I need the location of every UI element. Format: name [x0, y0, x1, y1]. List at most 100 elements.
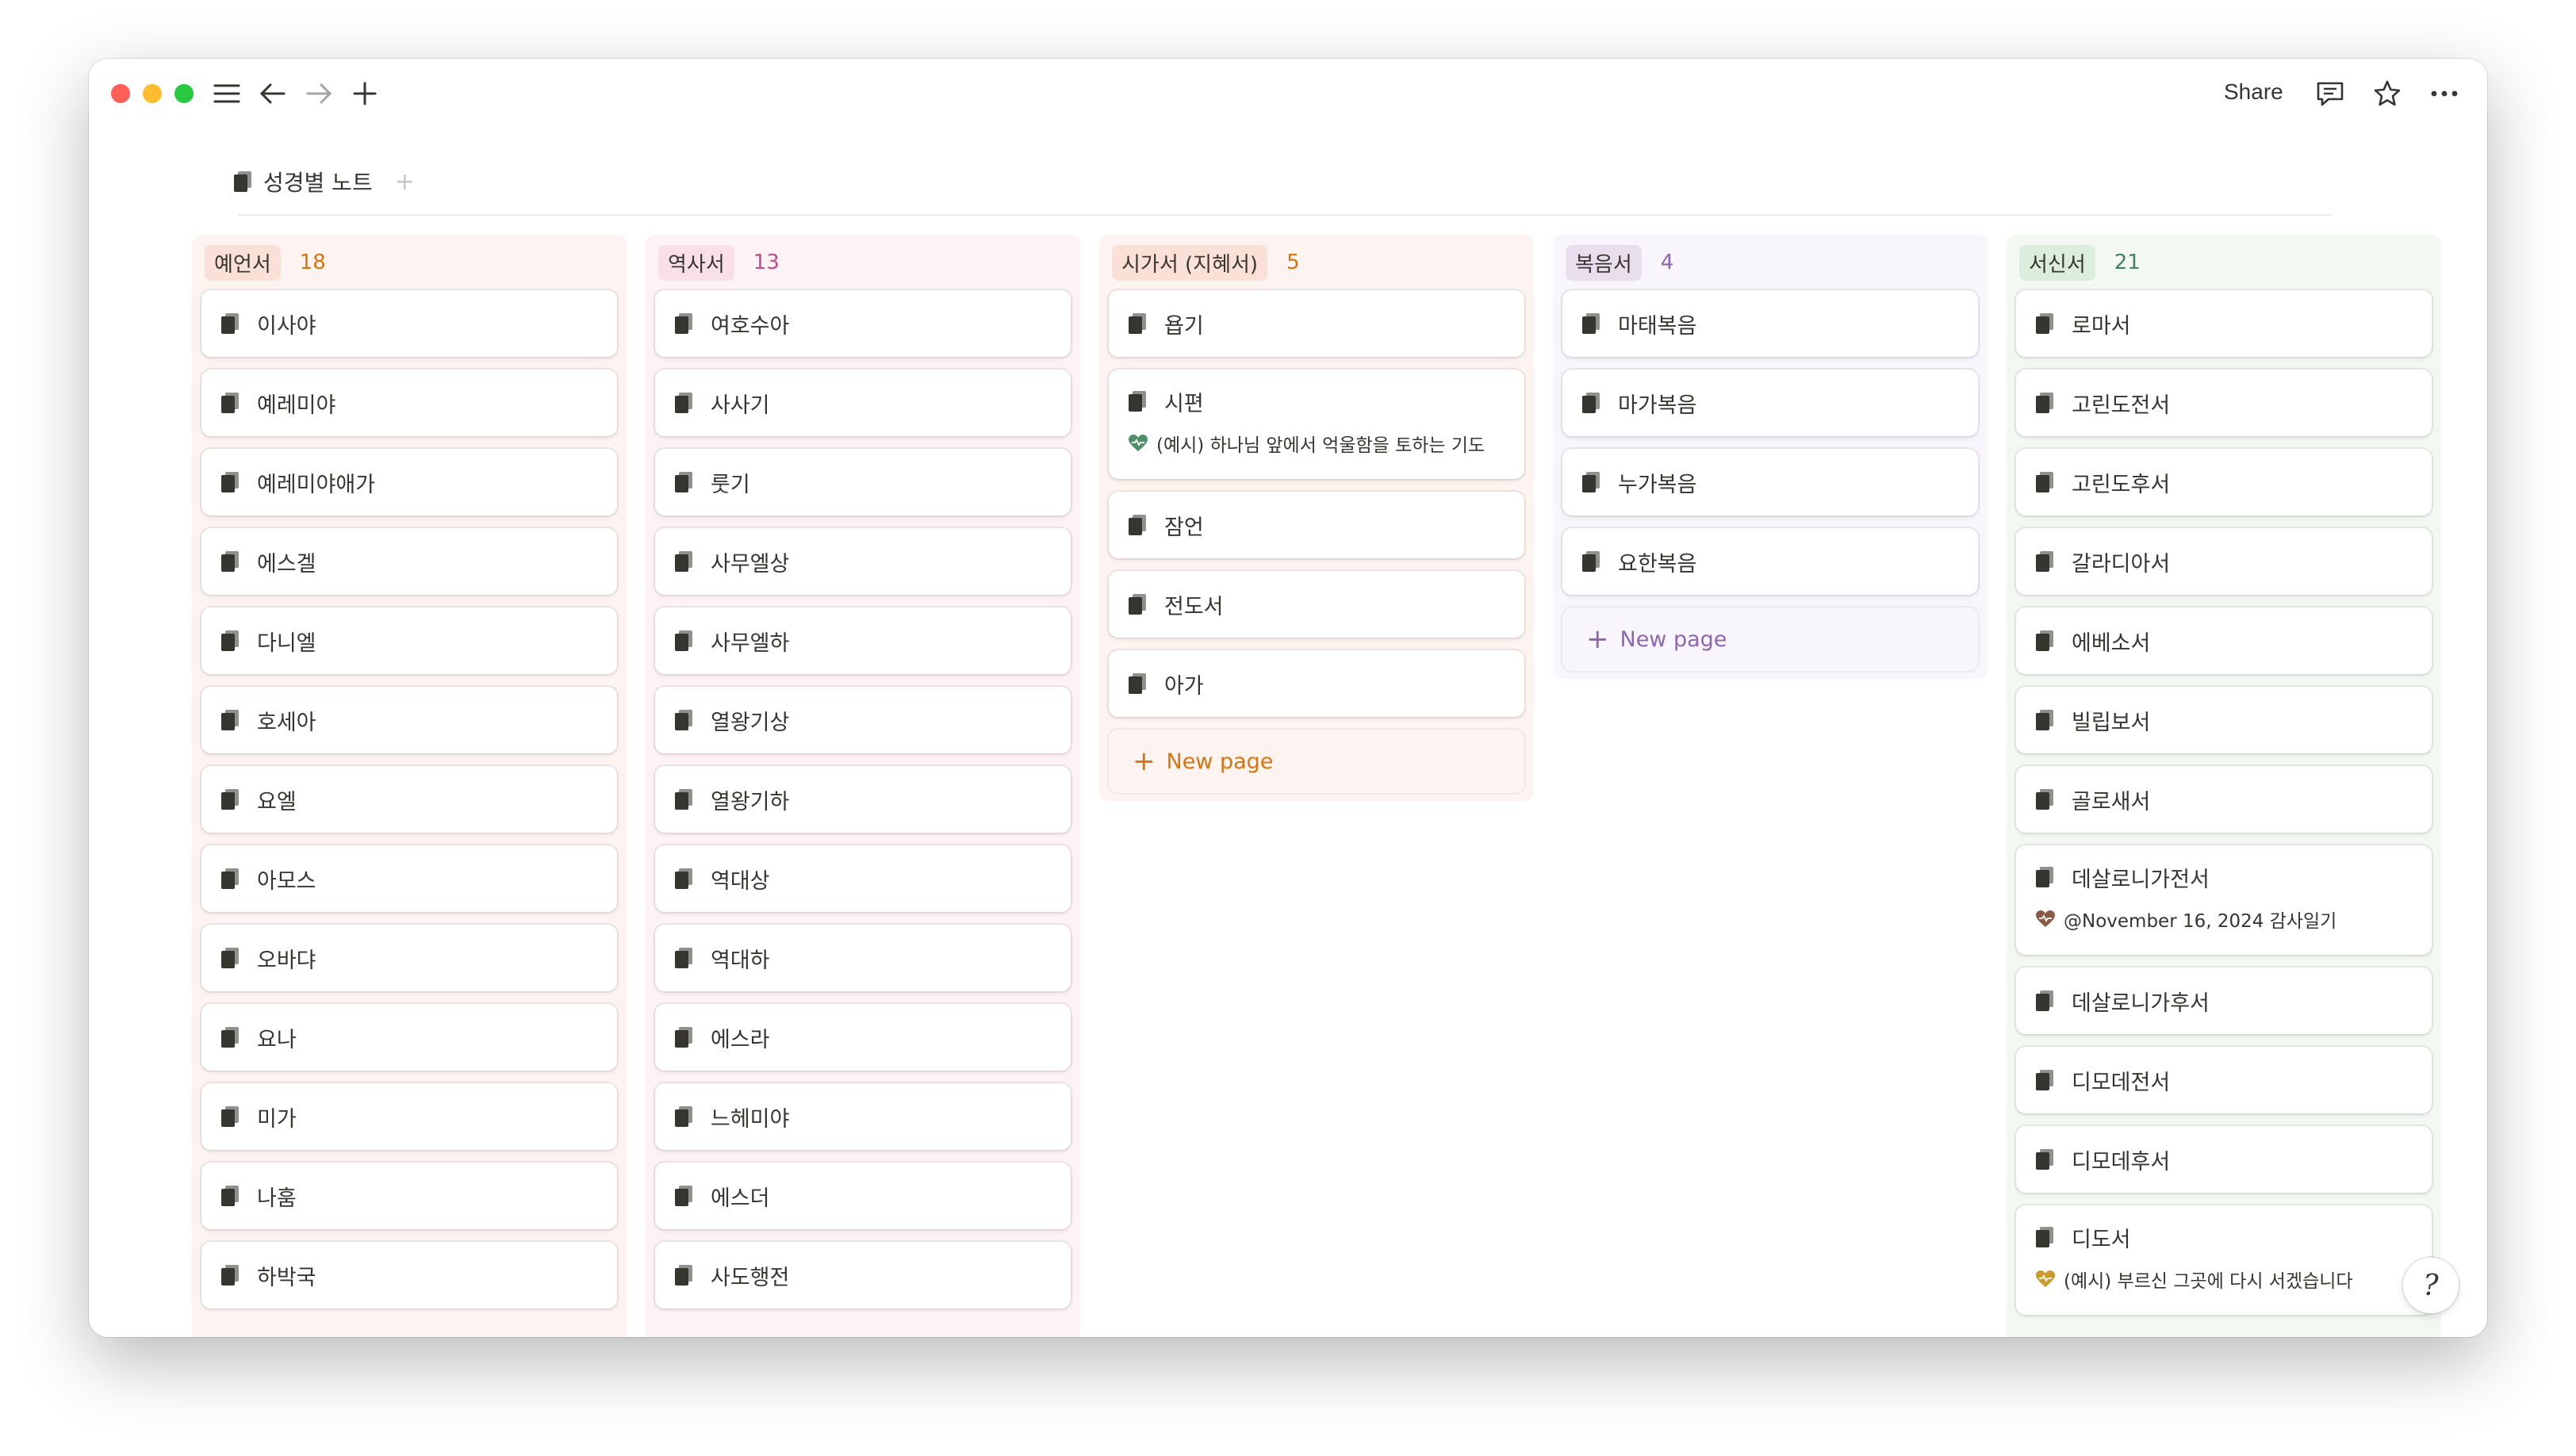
board-card[interactable]: 욥기	[1109, 290, 1524, 357]
help-button[interactable]: ?	[2403, 1258, 2459, 1313]
board-card[interactable]: 사무엘하	[655, 607, 1071, 674]
close-window-button[interactable]	[111, 84, 130, 103]
board-card[interactable]: 디모데후서	[2016, 1126, 2432, 1193]
board-card[interactable]: 사도행전	[655, 1242, 1071, 1308]
board-card[interactable]: 로마서	[2016, 290, 2432, 357]
card-title: 역대상	[711, 868, 770, 894]
board-card[interactable]: 여호수아	[655, 290, 1071, 357]
card-title: 에스더	[711, 1186, 770, 1211]
board-card[interactable]: 시편 (예시) 하나님 앞에서 억울함을 토하는 기도	[1109, 370, 1524, 479]
sidebar-menu-icon[interactable]	[209, 76, 244, 111]
more-icon[interactable]	[2427, 76, 2462, 111]
board-card[interactable]: 호세아	[201, 687, 617, 753]
card-title: 사사기	[711, 393, 770, 418]
board-card[interactable]: 마가복음	[1562, 370, 1978, 436]
board-card[interactable]: 룻기	[655, 449, 1071, 515]
new-page-button[interactable]: + New page	[1109, 730, 1524, 793]
card-title: 누가복음	[1618, 472, 1697, 497]
card-title: 에스겔	[257, 551, 316, 577]
card-title-row: 사무엘상	[674, 528, 1052, 595]
board-card[interactable]: 골로새서	[2016, 766, 2432, 833]
page-icon	[675, 472, 692, 492]
board-card[interactable]: 데살로니가전서 @November 16, 2024 감사일기	[2016, 845, 2432, 955]
page-icon	[221, 1106, 239, 1127]
board-card[interactable]: 열왕기하	[655, 766, 1071, 833]
board-card[interactable]: 열왕기상	[655, 687, 1071, 753]
card-title-row: 열왕기하	[674, 766, 1052, 833]
board-card[interactable]: 전도서	[1109, 571, 1524, 638]
card-title-row: 에베소서	[2035, 607, 2413, 674]
board-card[interactable]: 잠언	[1109, 492, 1524, 558]
board-card[interactable]: 이사야	[201, 290, 617, 357]
board-card[interactable]: 예레미야	[201, 370, 617, 436]
board-card[interactable]: 오바댜	[201, 925, 617, 991]
card-title: 호세아	[257, 710, 316, 735]
database-view-tab[interactable]: 성경별 노트 +	[233, 162, 415, 201]
column-header[interactable]: 서신서 21	[2007, 235, 2441, 290]
board-card[interactable]: 요엘	[201, 766, 617, 833]
page-icon	[2036, 630, 2053, 651]
card-title-row: 요나	[220, 1004, 598, 1071]
card-title-row: 느헤미야	[674, 1083, 1052, 1150]
board-card[interactable]: 사무엘상	[655, 528, 1071, 595]
forward-arrow-icon[interactable]	[301, 76, 336, 111]
board-card[interactable]: 요한복음	[1562, 528, 1978, 595]
board-card[interactable]: 데살로니가후서	[2016, 967, 2432, 1034]
maximize-window-button[interactable]	[174, 84, 194, 103]
board-card[interactable]: 갈라디아서	[2016, 528, 2432, 595]
board-card[interactable]: 아가	[1109, 650, 1524, 717]
board-card[interactable]: 하박국	[201, 1242, 617, 1308]
board-card[interactable]: 나훔	[201, 1163, 617, 1229]
column-header[interactable]: 역사서 13	[646, 235, 1080, 290]
board-card[interactable]: 에스더	[655, 1163, 1071, 1229]
board-card[interactable]: 에스겔	[201, 528, 617, 595]
board-card[interactable]: 디도서 (예시) 부르신 그곳에 다시 서겠습니다	[2016, 1205, 2432, 1315]
column-header[interactable]: 시가서 (지혜서) 5	[1099, 235, 1534, 290]
card-title-row: 잠언	[1128, 492, 1505, 558]
board-card[interactable]: 에스라	[655, 1004, 1071, 1071]
card-title-row: 아모스	[220, 845, 598, 912]
share-button[interactable]: Share	[2224, 79, 2283, 105]
page-icon	[675, 789, 692, 810]
card-title: 요한복음	[1618, 551, 1697, 577]
board-card[interactable]: 고린도후서	[2016, 449, 2432, 515]
add-view-button[interactable]: +	[395, 168, 415, 196]
board-card[interactable]: 다니엘	[201, 607, 617, 674]
card-title-row: 디모데전서	[2035, 1047, 2413, 1113]
board-card[interactable]: 사사기	[655, 370, 1071, 436]
board-card[interactable]: 아모스	[201, 845, 617, 912]
card-title-row: 마태복음	[1581, 290, 1959, 357]
board-card[interactable]: 예레미야애가	[201, 449, 617, 515]
board-card[interactable]: 에베소서	[2016, 607, 2432, 674]
card-sub-text: (예시) 하나님 앞에서 억울함을 토하는 기도	[1156, 435, 1485, 456]
card-title-row: 사무엘하	[674, 607, 1052, 674]
card-title-row: 사도행전	[674, 1242, 1052, 1308]
board-card[interactable]: 역대하	[655, 925, 1071, 991]
page-icon	[1582, 551, 1600, 572]
card-linked-property: (예시) 부르신 그곳에 다시 서겠습니다	[2035, 1266, 2413, 1315]
comment-icon[interactable]	[2313, 76, 2348, 111]
board-card[interactable]: 마태복음	[1562, 290, 1978, 357]
board-card[interactable]: 미가	[201, 1083, 617, 1150]
board-card[interactable]: 고린도전서	[2016, 370, 2432, 436]
column-header[interactable]: 복음서 4	[1553, 235, 1988, 290]
column-header[interactable]: 예언서 18	[192, 235, 627, 290]
board-card[interactable]: 느헤미야	[655, 1083, 1071, 1150]
card-title: 요나	[257, 1027, 297, 1052]
card-title-row: 요엘	[220, 766, 598, 833]
board-card[interactable]: 디모데전서	[2016, 1047, 2432, 1113]
new-page-button[interactable]: + New page	[1562, 607, 1978, 671]
star-icon[interactable]	[2370, 76, 2405, 111]
card-title: 하박국	[257, 1265, 316, 1290]
board-card[interactable]: 역대상	[655, 845, 1071, 912]
board-card[interactable]: 누가복음	[1562, 449, 1978, 515]
back-arrow-icon[interactable]	[255, 76, 290, 111]
card-title: 사무엘하	[711, 630, 790, 656]
minimize-window-button[interactable]	[143, 84, 162, 103]
board-card[interactable]: 요나	[201, 1004, 617, 1071]
card-title-row: 디모데후서	[2035, 1126, 2413, 1193]
new-tab-plus-icon[interactable]	[347, 76, 382, 111]
board-card[interactable]: 빌립보서	[2016, 687, 2432, 753]
page-icon	[2036, 789, 2053, 810]
page-icon	[675, 710, 692, 730]
